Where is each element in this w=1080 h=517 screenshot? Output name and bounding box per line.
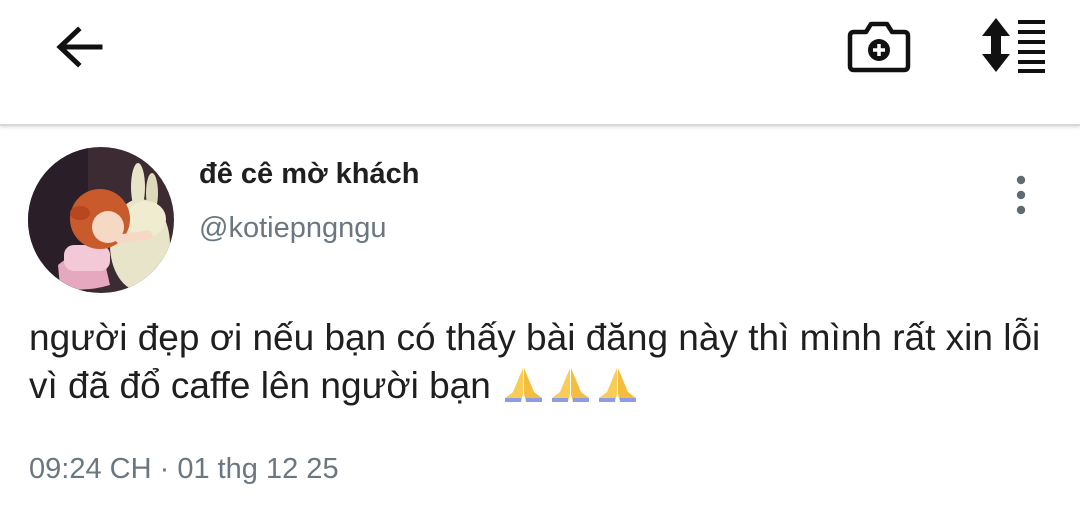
user-handle[interactable]: @kotiepngngu <box>199 212 386 245</box>
tweet-text: người đẹp ơi nếu bạn có thấy bài đăng nà… <box>29 314 1074 410</box>
tweet-timestamp: 09:24 CH · 01 thg 12 25 <box>29 453 339 486</box>
folded-hands-emoji-icon <box>552 368 590 402</box>
folded-hands-emoji-icon <box>505 368 543 402</box>
meta-separator: · <box>159 453 170 485</box>
top-app-bar <box>0 0 1080 126</box>
camera-plus-icon[interactable] <box>846 14 912 76</box>
sort-list-icon[interactable] <box>974 16 1050 74</box>
more-options-icon[interactable] <box>1004 174 1038 216</box>
tweet-time: 09:24 CH <box>29 453 152 485</box>
avatar[interactable] <box>28 147 174 293</box>
folded-hands-emoji-icon <box>599 368 637 402</box>
display-name[interactable]: đê cê mờ khách <box>199 158 420 191</box>
avatar-image <box>28 147 174 293</box>
tweet-date: 01 thg 12 25 <box>177 453 339 485</box>
back-arrow-icon[interactable] <box>50 20 110 74</box>
tweet-emojis <box>501 365 642 406</box>
